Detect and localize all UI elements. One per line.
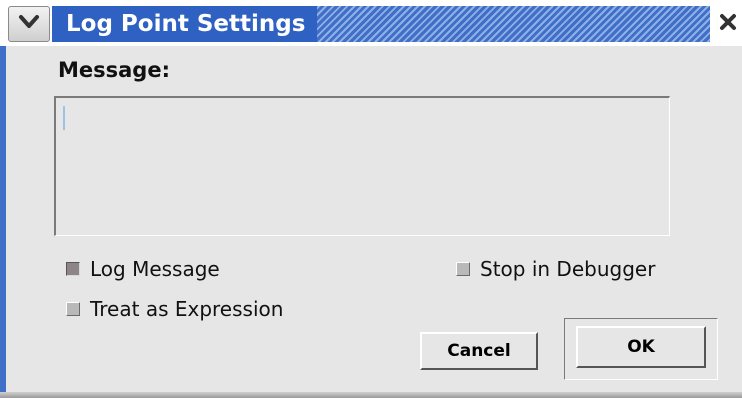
ok-button[interactable]: OK: [576, 326, 706, 368]
chevron-down-icon: [18, 14, 40, 34]
window-menu-button[interactable]: [8, 6, 50, 42]
log-message-checkbox[interactable]: Log Message: [66, 257, 220, 281]
window-bottom-edge: [0, 392, 742, 398]
log-point-settings-dialog: Log Point Settings Message: Log Message …: [0, 0, 742, 398]
treat-as-expression-label: Treat as Expression: [90, 297, 284, 321]
title-bar[interactable]: Log Point Settings: [0, 0, 742, 46]
stop-in-debugger-checkbox[interactable]: Stop in Debugger: [456, 257, 655, 281]
close-button[interactable]: [713, 6, 742, 42]
window-title: Log Point Settings: [52, 6, 318, 42]
log-message-checkbox-box[interactable]: [66, 262, 80, 276]
treat-as-expression-checkbox-box[interactable]: [66, 302, 80, 316]
message-label: Message:: [58, 58, 170, 82]
treat-as-expression-checkbox[interactable]: Treat as Expression: [66, 297, 283, 321]
stop-in-debugger-label: Stop in Debugger: [480, 257, 656, 281]
close-icon: [718, 12, 738, 36]
stop-in-debugger-checkbox-box[interactable]: [456, 262, 470, 276]
text-caret: [63, 106, 65, 130]
title-strip: Log Point Settings: [52, 6, 710, 42]
message-input[interactable]: [54, 96, 670, 236]
cancel-button[interactable]: Cancel: [420, 332, 538, 370]
log-message-label: Log Message: [90, 257, 220, 281]
window-left-edge: [0, 46, 6, 398]
